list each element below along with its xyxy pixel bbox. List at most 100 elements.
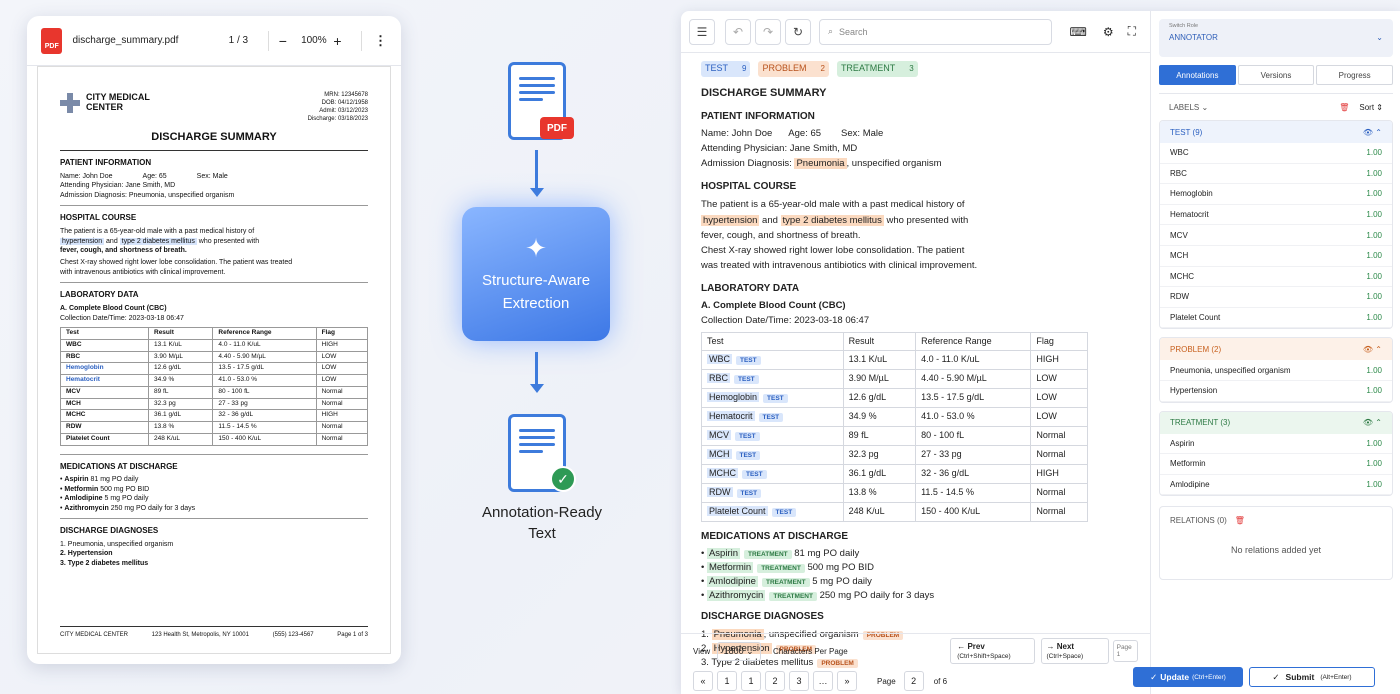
label-item-name: WBC <box>1170 148 1189 158</box>
tab-annotations[interactable]: Annotations <box>1159 65 1236 85</box>
tab-progress[interactable]: Progress <box>1316 65 1394 85</box>
label-item[interactable]: MCH 1.00 <box>1160 246 1392 267</box>
update-button[interactable]: ✓ Update (Ctrl+Enter) <box>1133 667 1243 687</box>
zoom-in-button[interactable]: + <box>333 33 349 49</box>
sort-button[interactable]: Sort ⇕ <box>1359 103 1383 112</box>
table-cell: 248 K/uL <box>842 501 917 522</box>
entity-treatment[interactable]: Metformin <box>706 562 754 574</box>
group-header[interactable]: TREATMENT (3) 👁 ⌃ <box>1160 411 1392 434</box>
tab-versions[interactable]: Versions <box>1237 65 1315 85</box>
entity-tag: TEST <box>758 413 784 423</box>
keyboard-icon[interactable]: ⌨ <box>1070 25 1087 39</box>
submit-button[interactable]: ✓ Submit (Alt+Enter) <box>1249 667 1375 687</box>
prev-button[interactable]: ← Prev (Ctrl+Shift+Space) <box>950 638 1035 664</box>
label-score: 1.00 <box>1366 230 1382 240</box>
search-input[interactable]: ⌕ Search <box>819 18 1052 45</box>
entity-treatment[interactable]: Azithromycin <box>706 589 766 601</box>
label-tag-problem[interactable]: PROBLEM 2 <box>758 61 829 77</box>
column-header: Reference Range <box>212 326 317 340</box>
more-options-icon[interactable]: ⋮ <box>374 33 387 49</box>
entity-hypertension[interactable]: hypertension <box>701 214 760 226</box>
table-row: RBC TEST 3.90 M/µL 4.40 - 5.90 M/µL LOW <box>701 369 1088 390</box>
table-cell: 4.0 - 11.0 K/uL <box>915 350 1032 371</box>
table-cell: Hemoglobin <box>60 362 149 376</box>
label-item[interactable]: Metformin 1.00 <box>1160 454 1392 475</box>
page-button[interactable]: … <box>813 671 833 691</box>
table-cell: Platelet Count <box>60 432 149 446</box>
entity-pneumonia[interactable]: Pneumonia <box>794 157 847 169</box>
page-button[interactable]: 1 <box>741 671 761 691</box>
section-heading: HOSPITAL COURSE <box>60 213 137 223</box>
group-header[interactable]: TEST (9) 👁 ⌃ <box>1160 121 1392 143</box>
next-button[interactable]: → Next (Ctrl+Space) <box>1040 638 1109 664</box>
label-item[interactable]: WBC 1.00 <box>1160 143 1392 164</box>
table-cell[interactable]: RDW TEST <box>701 483 844 503</box>
label-item[interactable]: Hematocrit 1.00 <box>1160 205 1392 226</box>
medical-cross-icon <box>60 93 80 114</box>
label-item-name: Amlodipine <box>1170 480 1210 490</box>
footer-text: Page 1 of 3 <box>337 631 368 638</box>
page-jump[interactable]: Page 1 <box>1112 640 1138 662</box>
table-cell[interactable]: Platelet Count TEST <box>701 501 844 522</box>
per-page-select[interactable]: 1800 ⌄ <box>716 641 761 661</box>
table-cell[interactable]: MCH TEST <box>701 445 844 466</box>
table-cell: Normal <box>1030 445 1088 466</box>
zoom-out-button[interactable]: − <box>279 33 295 49</box>
table-cell[interactable]: RBC TEST <box>701 369 844 390</box>
table-cell[interactable]: MCHC TEST <box>701 464 844 485</box>
group-name: TEST (9) <box>1170 127 1203 137</box>
table-cell: 248 K/uL <box>147 432 214 446</box>
label-item-name: MCH <box>1170 251 1189 261</box>
trash-icon[interactable]: 🗑 <box>1235 516 1245 525</box>
label-item[interactable]: RDW 1.00 <box>1160 287 1392 308</box>
eye-icon[interactable]: 👁 ⌃ <box>1363 128 1382 137</box>
table-cell[interactable]: Hematocrit TEST <box>701 407 844 428</box>
main-toolbar: ☰ ↶ ↷ ↻ ⌕ Search ⌨ ⚙ ⛶ <box>681 11 1150 53</box>
trash-icon[interactable]: 🗑 <box>1339 103 1349 112</box>
eye-icon[interactable]: 👁 ⌃ <box>1363 418 1382 427</box>
label-item[interactable]: MCV 1.00 <box>1160 225 1392 246</box>
labels-heading[interactable]: LABELS ⌄ <box>1169 103 1208 112</box>
page-button[interactable]: 2 <box>765 671 785 691</box>
eye-icon[interactable]: 👁 ⌃ <box>1363 345 1382 354</box>
table-row: MCH TEST 32.3 pg 27 - 33 pg Normal <box>701 445 1088 466</box>
label-tag-test[interactable]: TEST 9 <box>701 61 751 77</box>
page-button[interactable]: » <box>837 671 857 691</box>
undo-icon[interactable]: ↶ <box>725 18 751 45</box>
page-button[interactable]: 1 <box>717 671 737 691</box>
table-cell: HIGH <box>315 409 369 423</box>
label-item[interactable]: Platelet Count 1.00 <box>1160 308 1392 329</box>
table-cell[interactable]: WBC TEST <box>701 350 844 371</box>
group-name: PROBLEM (2) <box>1170 344 1222 354</box>
label-item[interactable]: Aspirin 1.00 <box>1160 434 1392 455</box>
group-header[interactable]: PROBLEM (2) 👁 ⌃ <box>1160 338 1392 361</box>
table-cell: 4.40 - 5.90 M/µL <box>915 369 1032 390</box>
label-item[interactable]: MCHC 1.00 <box>1160 267 1392 288</box>
entity-treatment[interactable]: Amlodipine <box>706 575 758 587</box>
label-tag-treatment[interactable]: TREATMENT 3 <box>836 61 918 77</box>
role-select[interactable]: Switch Role ANNOTATOR ⌄ <box>1159 19 1393 57</box>
gear-icon[interactable]: ⚙ <box>1103 25 1114 39</box>
entity-treatment[interactable]: Aspirin <box>706 548 741 560</box>
sidebar-tabs: Annotations Versions Progress <box>1159 65 1394 85</box>
table-row: RBC 3.90 M/µL 4.40 - 5.90 M/µL LOW <box>60 350 369 364</box>
table-cell: MCV <box>60 385 149 399</box>
label-item[interactable]: Amlodipine 1.00 <box>1160 475 1392 496</box>
label-item[interactable]: Hemoglobin 1.00 <box>1160 184 1392 205</box>
table-cell: WBC <box>60 338 149 352</box>
table-cell[interactable]: MCV TEST <box>701 426 844 447</box>
refresh-icon[interactable]: ↻ <box>785 18 811 45</box>
label-item[interactable]: RBC 1.00 <box>1160 164 1392 185</box>
label-item[interactable]: Hypertension 1.00 <box>1160 381 1392 402</box>
fullscreen-icon[interactable]: ⛶ <box>1128 24 1136 39</box>
table-cell[interactable]: Hemoglobin TEST <box>701 388 844 409</box>
label-item[interactable]: Pneumonia, unspecified organism 1.00 <box>1160 360 1392 381</box>
page-input[interactable]: 2 <box>903 671 924 691</box>
page-total: of 6 <box>933 676 948 686</box>
page-button[interactable]: 3 <box>789 671 809 691</box>
page-button[interactable]: « <box>693 671 713 691</box>
entity-diabetes[interactable]: type 2 diabetes mellitus <box>780 214 884 226</box>
redo-icon[interactable]: ↷ <box>755 18 781 45</box>
menu-icon[interactable]: ☰ <box>689 18 715 45</box>
table-row: WBC TEST 13.1 K/uL 4.0 - 11.0 K/uL HIGH <box>701 350 1088 371</box>
